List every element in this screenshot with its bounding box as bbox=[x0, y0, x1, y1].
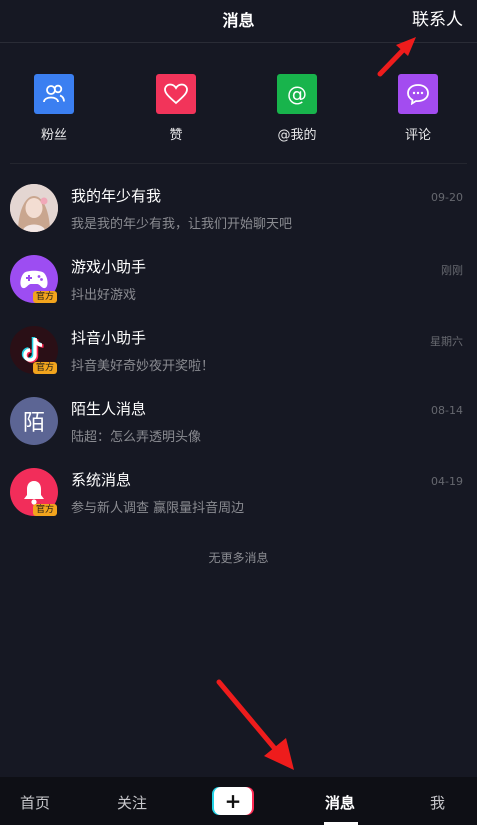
tab-follow[interactable]: 关注 bbox=[117, 792, 147, 813]
official-badge: 官方 bbox=[33, 291, 58, 303]
comments-label: 评论 bbox=[404, 128, 431, 143]
conversation-list: 我的年少有我 我是我的年少有我，让我们开始聊天吧 09-20 官方 游戏小助手 … bbox=[0, 172, 477, 527]
likes-label: 赞 bbox=[169, 128, 183, 143]
arrow-icon bbox=[216, 679, 294, 770]
avatar-text: 陌 bbox=[22, 411, 45, 436]
quick-actions: 粉丝 赞 @ @我的 评论 bbox=[0, 74, 477, 144]
conversation-name: 陌生人消息 bbox=[71, 400, 147, 418]
tab-home[interactable]: 首页 bbox=[20, 792, 50, 813]
no-more-messages: 无更多消息 bbox=[208, 551, 269, 565]
comment-icon bbox=[398, 74, 438, 114]
tab-me[interactable]: 我 bbox=[430, 792, 445, 813]
conversation-time: 刚刚 bbox=[441, 264, 463, 277]
avatar: 陌 bbox=[10, 397, 58, 445]
likes-button[interactable]: 赞 bbox=[131, 74, 221, 143]
official-badge: 官方 bbox=[33, 362, 58, 374]
conversation-row[interactable]: 官方 抖音小助手 抖音美好奇妙夜开奖啦！ 星期六 bbox=[0, 314, 477, 385]
create-button[interactable]: + bbox=[212, 787, 254, 815]
conversation-preview: 我是我的年少有我，让我们开始聊天吧 bbox=[71, 217, 293, 232]
mentions-label: @我的 bbox=[277, 128, 317, 143]
conversation-time: 09-20 bbox=[431, 191, 463, 204]
conversation-row[interactable]: 官方 游戏小助手 抖出好游戏 刚刚 bbox=[0, 243, 477, 314]
conversation-row[interactable]: 陌 陌生人消息 陆超：怎么弄透明头像 08-14 bbox=[0, 385, 477, 456]
conversation-preview: 参与新人调查 赢限量抖音周边 bbox=[71, 501, 245, 516]
comments-button[interactable]: 评论 bbox=[373, 74, 463, 143]
conversation-time: 04-19 bbox=[431, 475, 463, 488]
conversation-time: 星期六 bbox=[430, 335, 463, 348]
conversation-name: 游戏小助手 bbox=[71, 258, 147, 276]
contacts-button[interactable]: 联系人 bbox=[412, 5, 463, 30]
fans-icon bbox=[34, 74, 74, 114]
conversation-row[interactable]: 我的年少有我 我是我的年少有我，让我们开始聊天吧 09-20 bbox=[0, 172, 477, 243]
conversation-preview: 抖音美好奇妙夜开奖啦！ bbox=[71, 359, 215, 374]
at-icon: @ bbox=[277, 74, 317, 114]
plus-label: + bbox=[224, 789, 242, 813]
heart-icon bbox=[156, 74, 196, 114]
fans-button[interactable]: 粉丝 bbox=[9, 74, 99, 143]
conversation-name: 我的年少有我 bbox=[71, 187, 162, 205]
conversation-preview: 陆超：怎么弄透明头像 bbox=[71, 430, 202, 445]
official-badge: 官方 bbox=[33, 504, 58, 516]
fans-label: 粉丝 bbox=[40, 128, 67, 143]
page-title: 消息 bbox=[222, 11, 255, 30]
avatar bbox=[10, 184, 58, 232]
arrow-icon bbox=[377, 37, 416, 77]
bottom-tab-bar: 首页 关注 + 消息 我 bbox=[0, 777, 477, 825]
conversation-preview: 抖出好游戏 bbox=[71, 288, 137, 303]
mentions-button[interactable]: @ @我的 bbox=[252, 74, 342, 143]
conversation-time: 08-14 bbox=[431, 404, 463, 417]
plus-icon: + bbox=[214, 787, 252, 815]
tab-messages[interactable]: 消息 bbox=[325, 792, 355, 813]
conversation-name: 抖音小助手 bbox=[71, 329, 147, 347]
conversation-row[interactable]: 官方 系统消息 参与新人调查 赢限量抖音周边 04-19 bbox=[0, 456, 477, 527]
conversation-name: 系统消息 bbox=[71, 471, 132, 489]
divider bbox=[10, 163, 467, 164]
